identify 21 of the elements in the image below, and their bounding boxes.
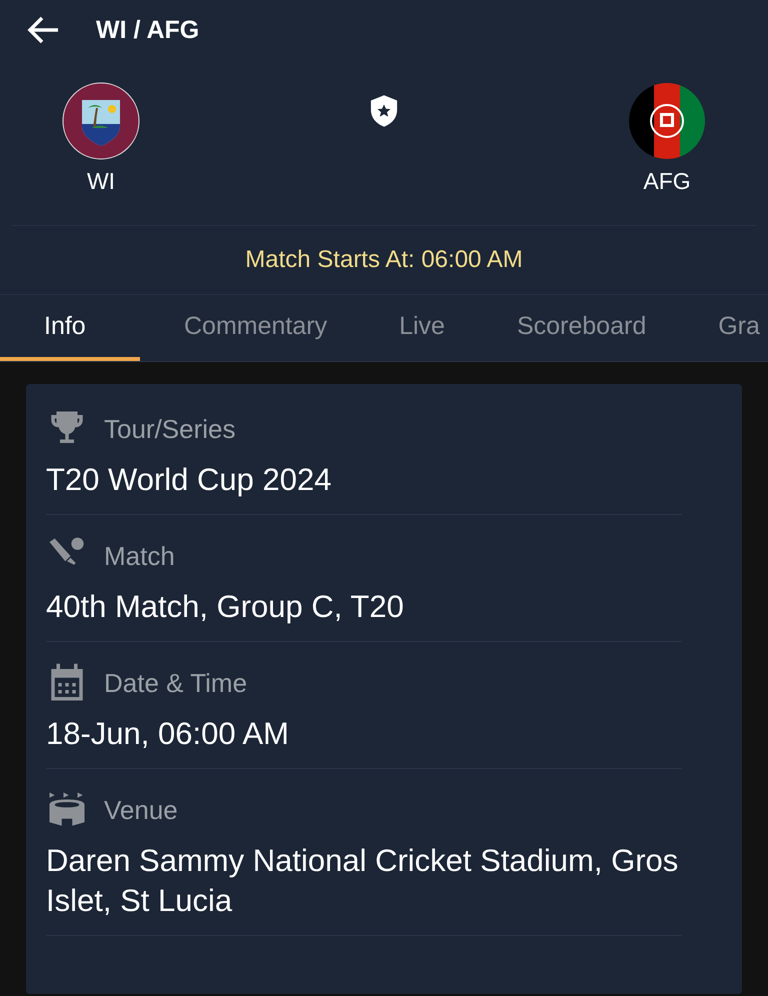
team-name: AFG <box>643 168 691 195</box>
flag-icon <box>628 82 706 160</box>
page-title: WI / AFG <box>96 16 200 44</box>
info-value: Daren Sammy National Cricket Stadium, Gros Islet, St Lucia <box>46 842 680 920</box>
back-arrow-icon[interactable] <box>26 15 60 45</box>
tab[interactable]: Live <box>355 295 473 361</box>
tab[interactable]: Gra <box>674 295 768 361</box>
info-value: T20 World Cup 2024 <box>46 461 332 499</box>
tab[interactable]: Info <box>0 295 140 361</box>
info-label: Tour/Series <box>104 414 236 444</box>
info-label: Venue <box>104 794 178 826</box>
team-crest-icon <box>62 82 140 160</box>
info-value: 18-Jun, 06:00 AM <box>46 715 290 753</box>
tab[interactable]: Scoreboard <box>472 295 674 361</box>
info-value: 40th Match, Group C, T20 <box>46 588 405 626</box>
info-label: Date & Time <box>104 668 248 698</box>
team-name: WI <box>86 168 116 195</box>
tab[interactable]: Commentary <box>140 295 356 361</box>
shield-star-icon[interactable] <box>368 94 400 128</box>
info-label: Match <box>104 540 175 572</box>
match-start-time: Match Starts At: 06:00 AM <box>245 246 523 274</box>
